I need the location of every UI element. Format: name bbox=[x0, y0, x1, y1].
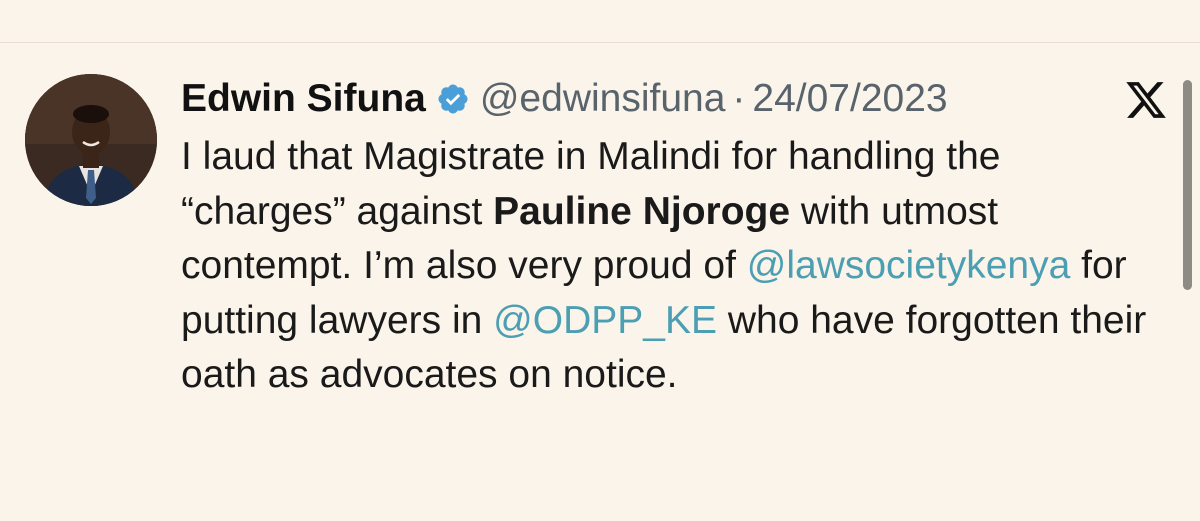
mention-link-lawsocietykenya[interactable]: @lawsocietykenya bbox=[747, 244, 1071, 287]
verified-badge-icon bbox=[436, 82, 470, 116]
mentioned-name: Pauline Njoroge bbox=[493, 189, 791, 233]
avatar[interactable] bbox=[25, 74, 157, 206]
author-name[interactable]: Edwin Sifuna bbox=[181, 77, 426, 121]
avatar-image bbox=[25, 74, 157, 206]
author-handle[interactable]: @edwinsifuna bbox=[480, 77, 726, 121]
separator-dot: · bbox=[732, 77, 746, 120]
x-logo-icon[interactable] bbox=[1124, 78, 1168, 122]
tweet-date[interactable]: 24/07/2023 bbox=[752, 77, 947, 121]
tweet-header: Edwin Sifuna @edwinsifuna · 24/07/2023 bbox=[181, 74, 948, 124]
tweet-body: I laud that Magistrate in Malindi for ha… bbox=[181, 130, 1171, 403]
scrollbar[interactable] bbox=[1183, 80, 1192, 290]
mention-link-odpp-ke[interactable]: @ODPP_KE bbox=[493, 299, 717, 342]
